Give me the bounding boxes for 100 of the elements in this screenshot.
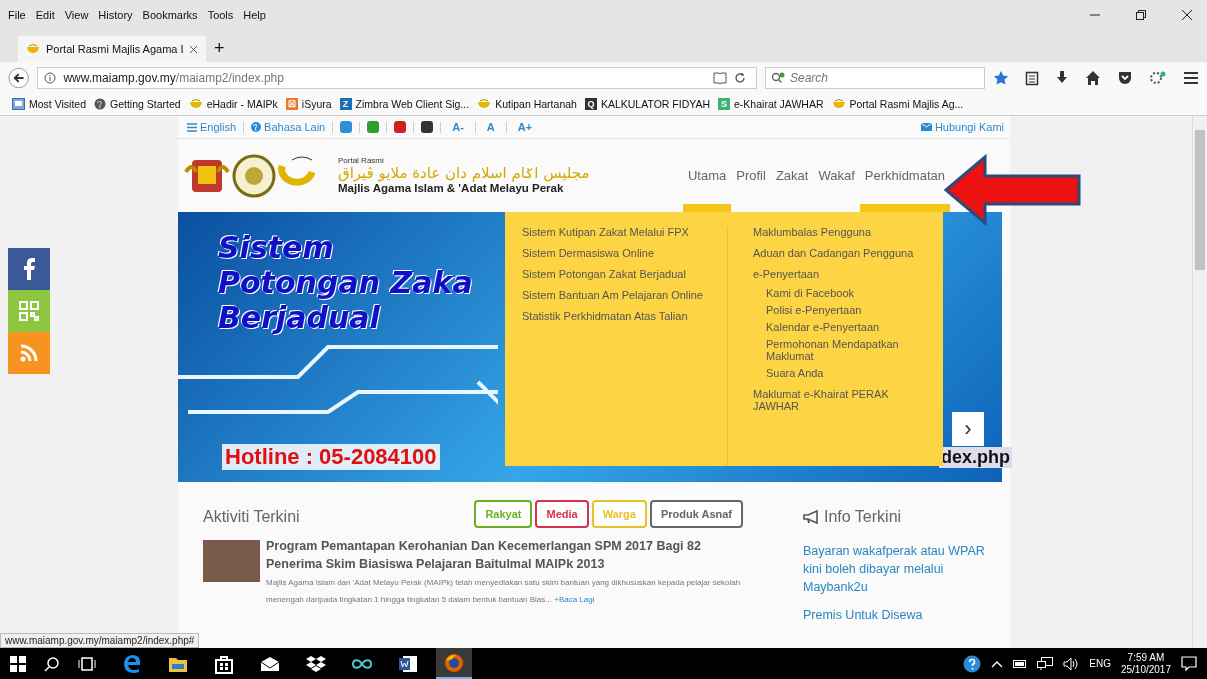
bookmark-item[interactable]: Z Zimbra Web Client Sig...: [339, 98, 470, 110]
menu-link[interactable]: Sistem Kutipan Zakat Melalui FPX: [522, 226, 717, 238]
bookmark-item[interactable]: Kutipan Hartanah: [477, 98, 577, 110]
menu-link[interactable]: e-Penyertaan: [753, 268, 933, 280]
section-title: Aktiviti Terkini: [203, 508, 300, 526]
bookmark-item[interactable]: Most Visited: [12, 98, 86, 110]
news-summary: Majlis Agama Islam dan 'Adat Melayu Perak (MAIPk) telah menyediakan satu skim bantuan yang dikhususkan kepada pelajar sekolah menengah daripada tingkatan 1 hingga tingkatan 5 dalam bentuk bantuan Bias... +Baca Lagi: [266, 577, 742, 606]
address-field[interactable]: www.maiamp.gov.my/maiamp2/index.php: [37, 66, 757, 89]
filter-button[interactable]: Produk Asnaf: [649, 500, 743, 528]
restore-icon[interactable]: [1135, 9, 1147, 21]
bookmark-item[interactable]: S e-Khairat JAWHAR: [718, 98, 824, 110]
close-icon[interactable]: [189, 44, 198, 54]
notification-icon[interactable]: [1181, 655, 1197, 672]
filter-button[interactable]: Media: [535, 500, 589, 528]
help-icon[interactable]: [963, 654, 982, 673]
url-text: www.maiamp.gov.my/maiamp2/index.php: [63, 70, 284, 85]
menu-link[interactable]: Aduan dan Cadangan Pengguna: [753, 247, 933, 259]
task-view-icon[interactable]: [78, 655, 96, 672]
infinity-icon: [351, 657, 373, 670]
speaker-icon[interactable]: [1063, 656, 1080, 671]
nav-link[interactable]: Profil: [731, 139, 771, 212]
language-link[interactable]: English: [187, 121, 237, 133]
envelope-icon: [260, 655, 280, 672]
menu-link[interactable]: Sistem Potongan Zakat Berjadual: [522, 268, 717, 280]
megaphone-icon: [803, 510, 820, 524]
bowl-icon: [831, 99, 846, 109]
reload-icon[interactable]: [734, 71, 746, 84]
menu-item[interactable]: File: [8, 9, 26, 21]
scrollbar[interactable]: [1192, 116, 1207, 648]
chevron-up-icon[interactable]: [991, 659, 1004, 668]
info-link[interactable]: Bayaran wakafperak atau WPAR kini boleh dibayar melalui Maybank2u: [803, 542, 993, 597]
bowl-icon: [26, 44, 40, 54]
clipboard-icon[interactable]: [1025, 69, 1039, 86]
input-language[interactable]: ENG: [1089, 658, 1111, 669]
bookmark-star-icon[interactable]: [993, 69, 1009, 86]
banner-text: dex.php: [939, 447, 1012, 468]
font-size-button[interactable]: A+: [513, 121, 537, 133]
bookmark-item[interactable]: Q KALKULATOR FIDYAH: [584, 98, 711, 110]
battery-icon[interactable]: [1013, 659, 1028, 668]
theme-swatch[interactable]: [394, 121, 407, 133]
network-icon[interactable]: [1037, 656, 1054, 671]
theme-swatch[interactable]: [421, 121, 434, 133]
font-size-button[interactable]: A-: [448, 121, 468, 133]
info-link[interactable]: Premis Untuk Disewa: [803, 606, 993, 625]
menu-item[interactable]: Help: [243, 9, 266, 21]
shopping-bag-icon: [215, 653, 233, 674]
font-size-button[interactable]: A: [482, 121, 499, 133]
news-title[interactable]: Program Pemantapan Kerohanian Dan Kecemerlangan SPM 2017 Bagi 82 Penerima Skim Biasiswa Pelajaran Baitulmal MAIPk 2013: [266, 538, 743, 573]
bookmark-icon: Q: [584, 98, 597, 110]
bookmark-item[interactable]: ☒ iSyura: [285, 98, 332, 110]
menu-icon[interactable]: [1183, 70, 1199, 85]
status-url: www.maiamp.gov.my/maiamp2/index.php#: [0, 633, 200, 648]
pocket-icon[interactable]: [1117, 69, 1133, 86]
list-icon: [187, 122, 197, 132]
clock-date[interactable]: 25/10/2017: [1120, 663, 1171, 676]
menu-link[interactable]: Maklumbalas Pengguna: [753, 226, 933, 238]
nav-link[interactable]: Zakat: [770, 139, 814, 212]
menu-item[interactable]: History: [98, 9, 133, 21]
submenu-link[interactable]: Permohonan Mendapatkan Maklumat: [766, 338, 933, 362]
menu-item[interactable]: View: [64, 9, 89, 21]
menu-item[interactable]: Bookmarks: [142, 9, 198, 21]
home-icon[interactable]: [1085, 69, 1101, 86]
menu-link[interactable]: Statistik Perkhidmatan Atas Talian: [522, 310, 717, 322]
menu-item[interactable]: Edit: [35, 9, 55, 21]
submenu-link[interactable]: Kalendar e-Penyertaan: [766, 321, 933, 333]
banner-heading: Sistem: [218, 230, 335, 265]
bowl-icon: [188, 99, 203, 109]
menu-link[interactable]: Maklumat e-Khairat PERAK JAWHAR: [753, 388, 933, 412]
theme-swatch[interactable]: [340, 121, 353, 133]
submenu-link[interactable]: Polisi e-Penyertaan: [766, 304, 933, 316]
bookmark-item[interactable]: Getting Started: [94, 98, 181, 110]
extension-icon[interactable]: [1149, 69, 1167, 86]
next-slide-button[interactable]: ›: [952, 412, 984, 446]
tab-title: Portal Rasmi Majlis Agama I: [46, 43, 183, 55]
submenu-link[interactable]: Kami di Facebook: [766, 287, 933, 299]
read-more-link[interactable]: +Baca Lagi: [554, 594, 595, 604]
search-icon[interactable]: [44, 655, 60, 672]
menu-link[interactable]: Sistem Dermasiswa Online: [522, 247, 717, 259]
search-icon: [771, 71, 785, 84]
nav-link[interactable]: Wakaf: [813, 139, 860, 212]
menu-item[interactable]: Tools: [207, 9, 234, 21]
reader-view-icon[interactable]: [713, 71, 727, 84]
submenu-link[interactable]: Suara Anda: [766, 367, 933, 379]
browser-tab[interactable]: Portal Rasmi Majlis Agama I: [18, 36, 206, 62]
clock-time[interactable]: 7:59 AM: [1127, 651, 1165, 664]
other-language-link[interactable]: Bahasa Lain: [251, 121, 326, 133]
bookmark-item[interactable]: Portal Rasmi Majlis Ag...: [831, 98, 964, 110]
portal-label: Portal Rasmi: [338, 156, 385, 166]
bookmark-item[interactable]: eHadir - MAIPk: [188, 98, 278, 110]
new-tab-button[interactable]: +: [206, 38, 233, 62]
facebook-icon[interactable]: [8, 248, 50, 290]
menu-link[interactable]: Sistem Bantuan Am Pelajaran Online: [522, 289, 717, 301]
close-icon[interactable]: [1181, 9, 1193, 21]
contact-link[interactable]: Hubungi Kami: [920, 121, 1004, 133]
hotline-text: Hotline : 05-2084100: [222, 444, 440, 470]
windows-start-icon[interactable]: [10, 655, 26, 672]
search-field[interactable]: Search: [765, 66, 985, 89]
theme-swatch[interactable]: [367, 121, 380, 133]
back-icon[interactable]: [8, 66, 30, 89]
organisation-name: Majlis Agama Islam & 'Adat Melayu Perak: [338, 181, 564, 195]
